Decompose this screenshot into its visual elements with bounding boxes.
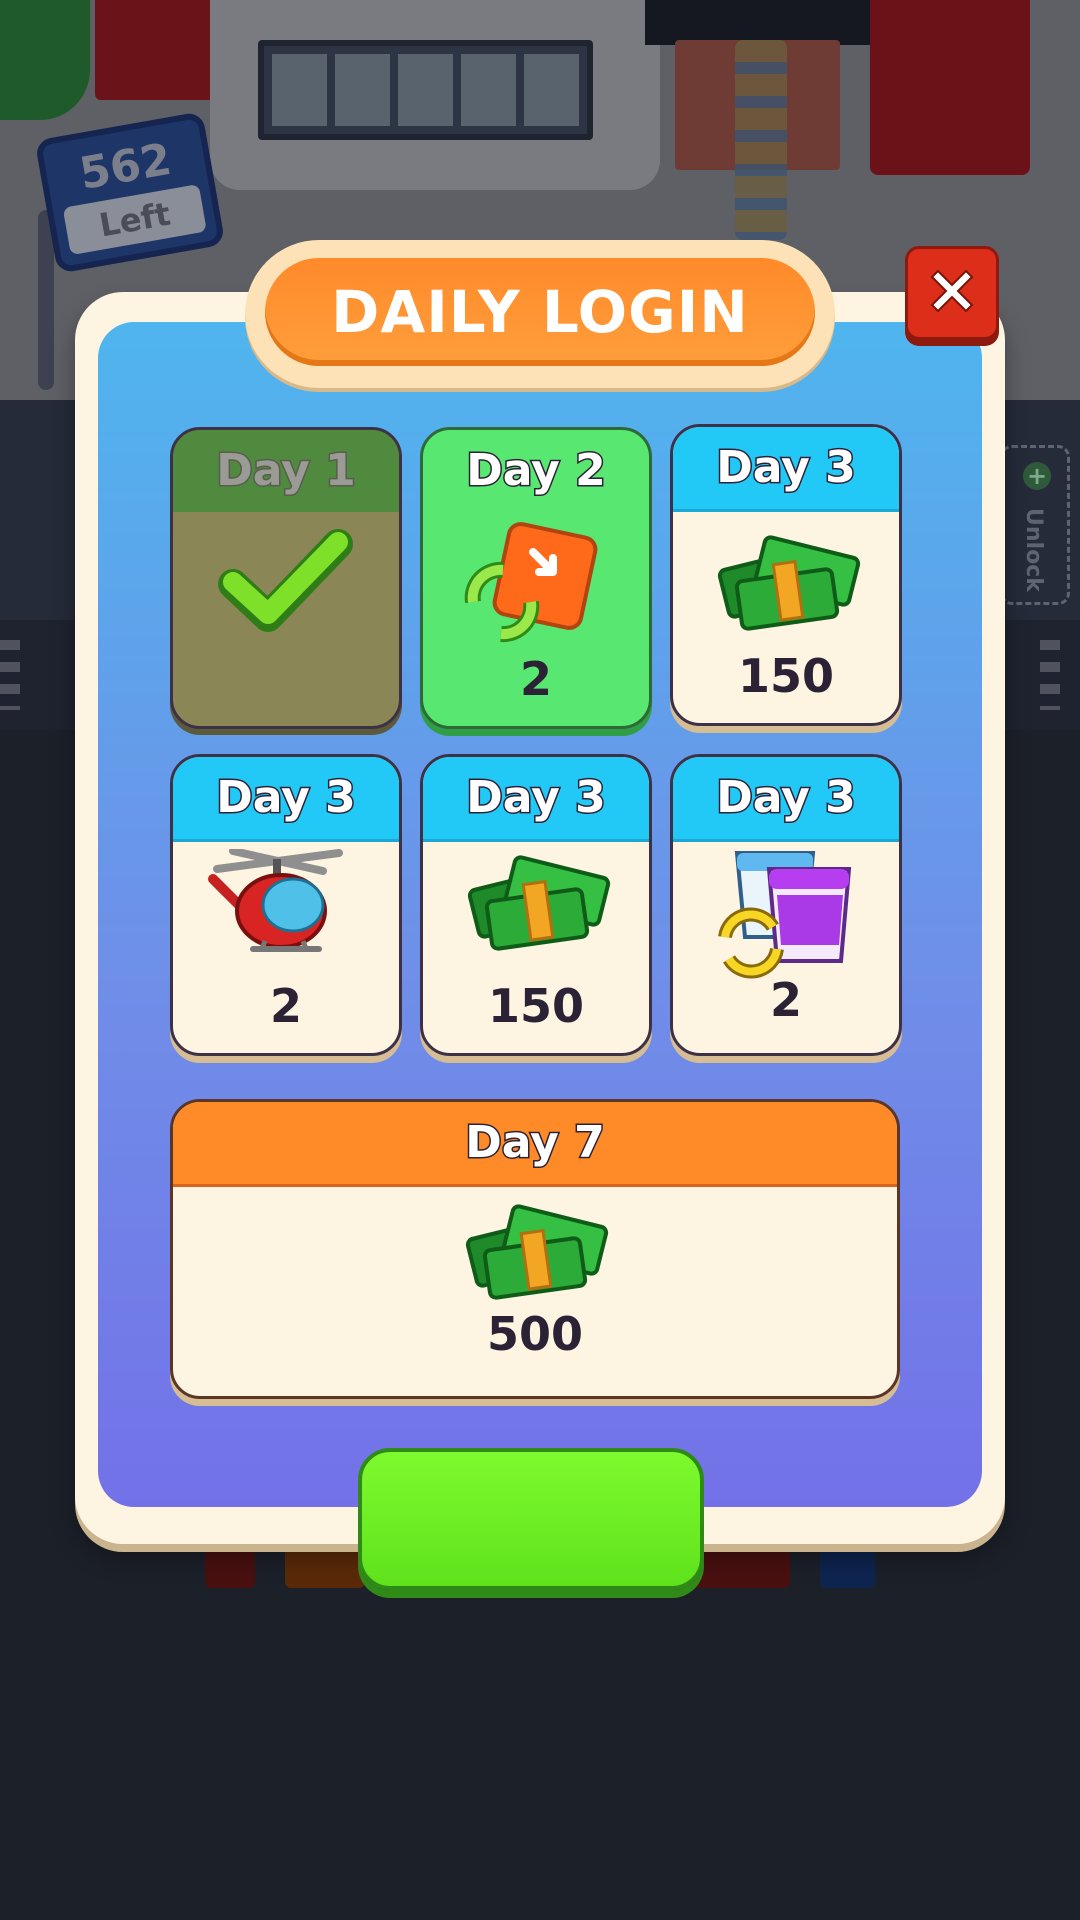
day-label: Day 7 [464, 1116, 606, 1170]
shop-window [258, 40, 593, 140]
day-card-header: Day 1 [173, 430, 399, 512]
day-label: Day 3 [715, 441, 857, 495]
day-label: Day 3 [715, 771, 857, 825]
reward-amount: 2 [769, 973, 802, 1027]
title-banner: DAILY LOGIN [245, 240, 835, 388]
day-label: Day 3 [215, 771, 357, 825]
reward-amount: 150 [487, 979, 585, 1033]
day-card-1[interactable]: Day 1 [170, 427, 402, 729]
claim-button[interactable] [358, 1448, 704, 1590]
day-card-6[interactable]: Day 3 2 [670, 754, 902, 1056]
day-card-header: Day 3 [673, 757, 899, 842]
close-x-icon [930, 269, 974, 313]
cup-stack [735, 40, 787, 240]
roof-bar [645, 0, 870, 45]
plus-icon: + [1023, 462, 1051, 490]
dialog-title: DAILY LOGIN [331, 278, 749, 346]
red-wall-panel [870, 0, 1030, 175]
day-card-7[interactable]: Day 7 500 [170, 1099, 900, 1399]
cash-stack-icon [673, 519, 899, 649]
day-card-header: Day 3 [173, 757, 399, 842]
cash-stack-icon [173, 1202, 897, 1322]
tree-decoration [0, 0, 90, 120]
day-card-header: Day 7 [173, 1102, 897, 1187]
helicopter-icon [173, 847, 399, 979]
day-label: Day 3 [465, 771, 607, 825]
cup-swap-icon [673, 849, 899, 979]
day-card-4[interactable]: Day 3 2 [170, 754, 402, 1056]
lane-stripe [1040, 640, 1060, 710]
day-card-header: Day 3 [673, 427, 899, 512]
unlock-label: Unlock [1021, 508, 1046, 592]
red-awning [95, 0, 215, 100]
title-pill: DAILY LOGIN [265, 258, 815, 366]
cash-stack-icon [423, 849, 649, 979]
lane-stripe [0, 640, 20, 710]
shuffle-box-icon [423, 522, 649, 652]
day-card-5[interactable]: Day 3 150 [420, 754, 652, 1056]
day-card-3[interactable]: Day 3 150 [670, 424, 902, 726]
reward-amount: 2 [269, 979, 302, 1033]
unlock-slot[interactable]: + Unlock [1000, 445, 1070, 605]
day-label: Day 1 [215, 444, 357, 498]
day-label: Day 2 [465, 444, 607, 498]
reward-amount: 150 [737, 649, 835, 703]
day-card-header: Day 2 [423, 430, 649, 512]
checkmark-icon [173, 522, 399, 652]
reward-amount: 2 [519, 652, 552, 706]
day-card-2[interactable]: Day 2 2 [420, 427, 652, 729]
close-button[interactable] [905, 246, 999, 340]
reward-amount: 500 [486, 1307, 584, 1361]
day-card-header: Day 3 [423, 757, 649, 842]
